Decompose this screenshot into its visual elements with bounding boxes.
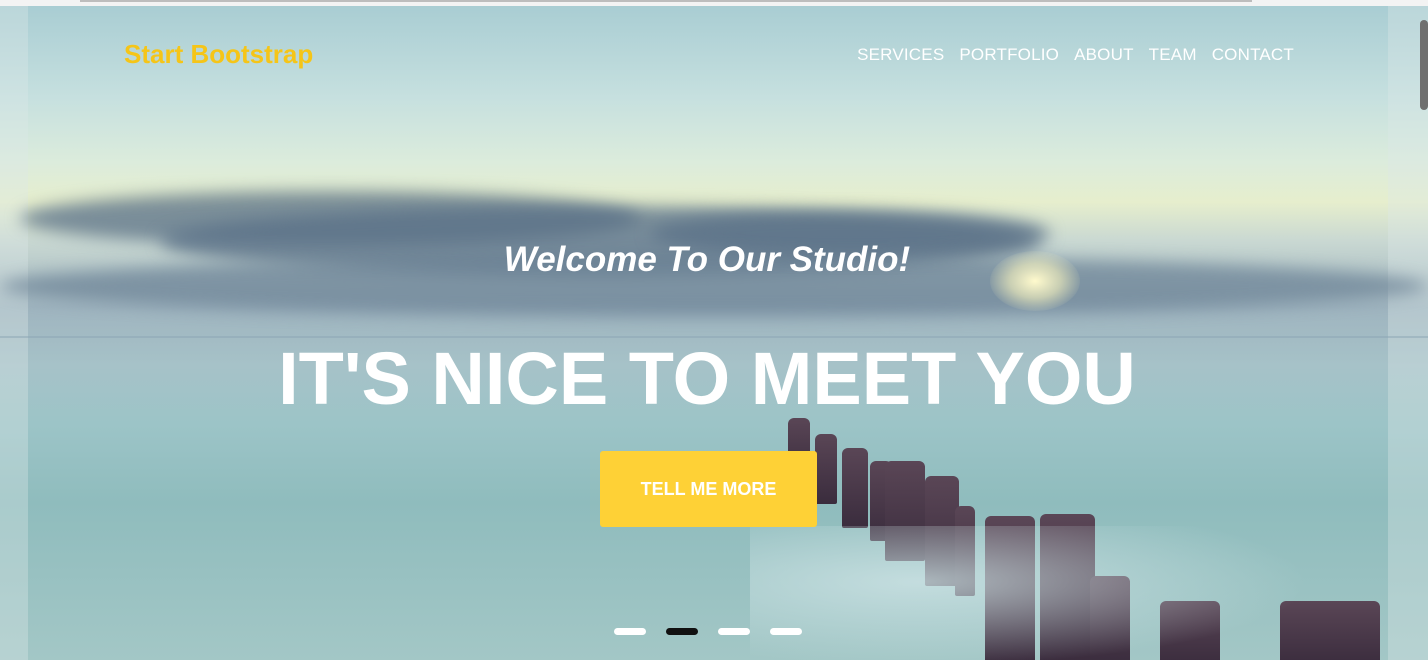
carousel-indicators xyxy=(614,628,802,635)
carousel-indicator[interactable] xyxy=(770,628,802,635)
tell-me-more-button[interactable]: TELL ME MORE xyxy=(600,451,817,527)
address-bar-edge xyxy=(80,0,1252,2)
hero-banner: Start Bootstrap SERVICES PORTFOLIO ABOUT… xyxy=(0,6,1428,660)
nav-item-team[interactable]: TEAM xyxy=(1149,45,1197,65)
left-margin-overlay xyxy=(0,6,28,660)
carousel-indicator[interactable] xyxy=(614,628,646,635)
nav-item-contact[interactable]: CONTACT xyxy=(1212,45,1294,65)
nav-item-portfolio[interactable]: PORTFOLIO xyxy=(959,45,1059,65)
hero-heading: IT'S NICE TO MEET YOU xyxy=(278,337,1136,420)
mist-overlay xyxy=(750,526,1310,660)
carousel-indicator[interactable] xyxy=(718,628,750,635)
nav-item-services[interactable]: SERVICES xyxy=(857,45,944,65)
page-scrollbar-thumb[interactable] xyxy=(1420,20,1428,110)
carousel-indicator[interactable] xyxy=(666,628,698,635)
nav-item-about[interactable]: ABOUT xyxy=(1074,45,1134,65)
hero-subheading: Welcome To Our Studio! xyxy=(503,240,911,279)
brand-logo[interactable]: Start Bootstrap xyxy=(124,39,313,70)
main-nav: SERVICES PORTFOLIO ABOUT TEAM CONTACT xyxy=(857,45,1294,65)
